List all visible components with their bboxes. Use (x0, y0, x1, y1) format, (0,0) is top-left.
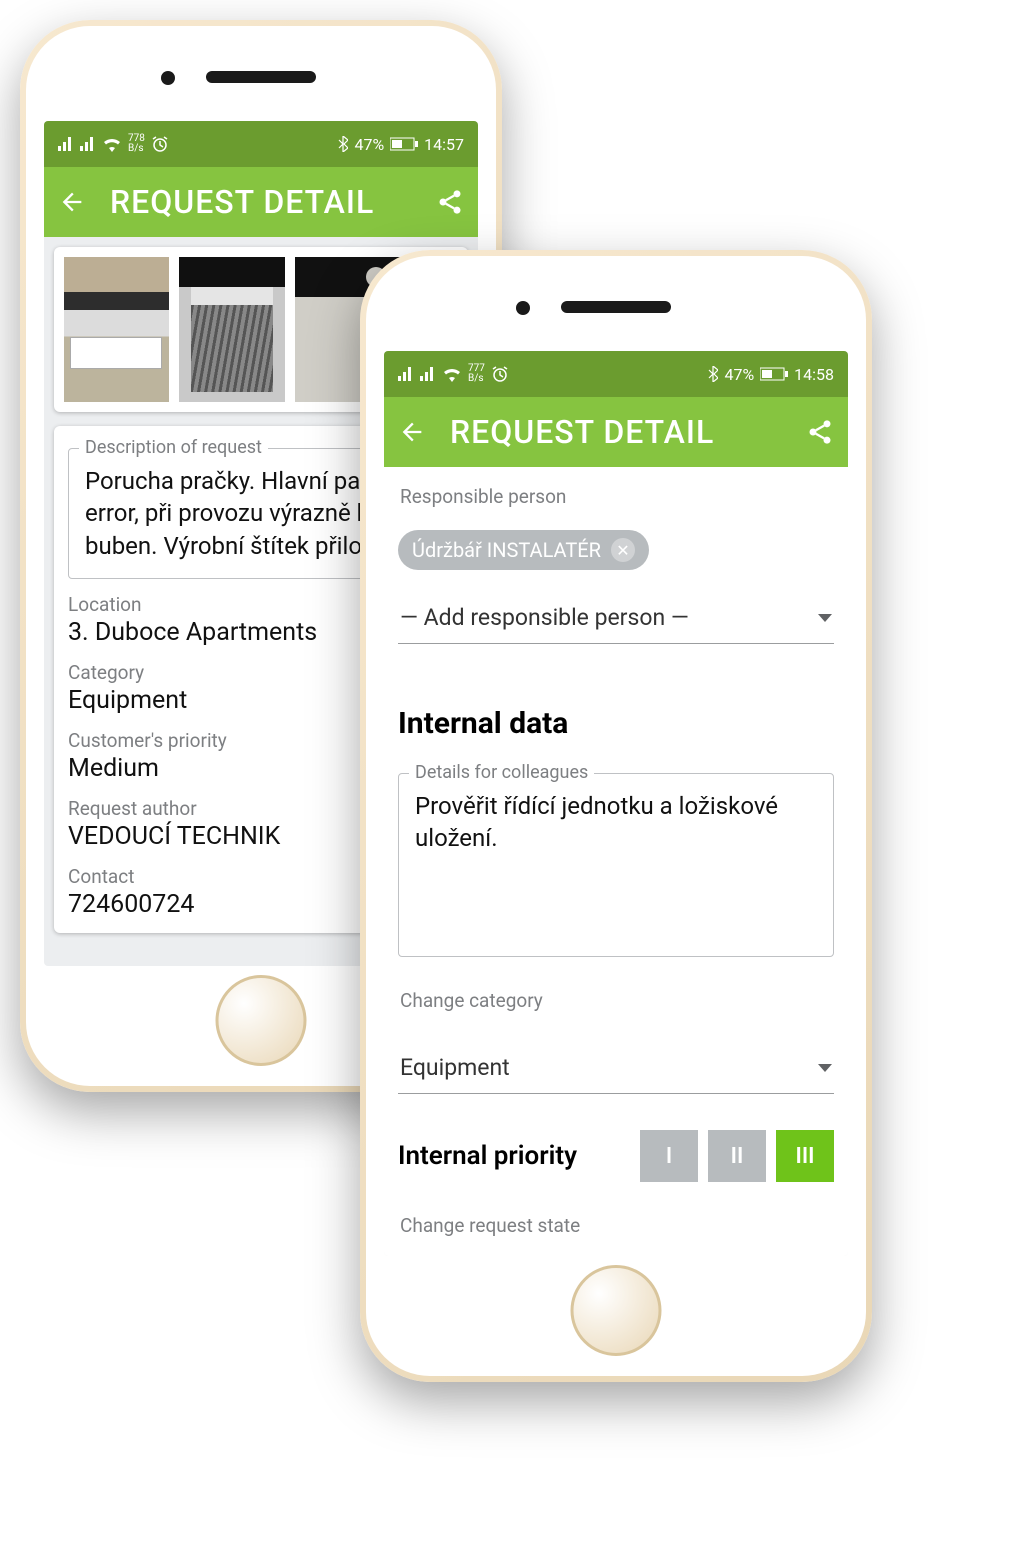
internal-priority-label: Internal priority (398, 1141, 577, 1171)
responsible-chip[interactable]: Údržbář INSTALATÉR ✕ (398, 530, 649, 570)
change-category-label: Change category (400, 989, 832, 1012)
wifi-icon (102, 136, 122, 152)
responsible-chip-text: Údržbář INSTALATÉR (412, 538, 601, 562)
internal-data-title: Internal data (398, 706, 834, 741)
priority-3-button[interactable]: III (776, 1130, 834, 1182)
status-bar: 777B/s 47% 14:58 (384, 351, 848, 397)
share-icon[interactable] (806, 418, 834, 446)
signal-icon (58, 137, 74, 151)
remove-chip-icon[interactable]: ✕ (611, 538, 635, 562)
content-area: Responsible person Údržbář INSTALATÉR ✕ … (384, 467, 848, 1256)
details-legend: Details for colleagues (409, 762, 594, 783)
add-responsible-label: — Add responsible person — (400, 604, 689, 631)
battery-percent: 47% (724, 365, 754, 384)
wifi-icon (442, 366, 462, 382)
title-bar: REQUEST DETAIL (44, 167, 478, 237)
home-button[interactable] (571, 1265, 662, 1356)
phone-right: 777B/s 47% 14:58 REQUEST DETAIL Responsi… (360, 250, 872, 1382)
photo-thumbnail[interactable] (64, 257, 169, 402)
speaker-icon (206, 71, 316, 83)
speaker-icon (561, 301, 671, 313)
clock-time: 14:57 (424, 135, 464, 154)
responsible-label: Responsible person (400, 485, 832, 508)
internal-priority-row: Internal priority I II III (398, 1130, 834, 1182)
chevron-down-icon (818, 1064, 832, 1072)
description-legend: Description of request (79, 437, 268, 458)
status-bar: 778B/s 47% 14:57 (44, 121, 478, 167)
back-icon[interactable] (58, 188, 86, 216)
change-category-value: Equipment (400, 1054, 510, 1081)
alarm-icon (491, 365, 509, 383)
phone2-screen: 777B/s 47% 14:58 REQUEST DETAIL Responsi… (384, 351, 848, 1256)
signal-icon (398, 367, 414, 381)
add-responsible-dropdown[interactable]: — Add responsible person — (398, 592, 834, 644)
change-category-dropdown[interactable]: Equipment (398, 1042, 834, 1094)
camera-icon (161, 71, 175, 85)
bluetooth-icon (708, 366, 718, 382)
alarm-icon (151, 135, 169, 153)
battery-percent: 47% (354, 135, 384, 154)
page-title: REQUEST DETAIL (450, 413, 714, 451)
back-icon[interactable] (398, 418, 426, 446)
home-button[interactable] (216, 975, 307, 1066)
bluetooth-icon (338, 136, 348, 152)
details-text: Prověřit řídící jednotku a ložiskové ulo… (415, 790, 817, 855)
signal-icon (420, 367, 436, 381)
details-fieldset[interactable]: Details for colleagues Prověřit řídící j… (398, 773, 834, 957)
battery-icon (390, 137, 418, 151)
page-title: REQUEST DETAIL (110, 183, 374, 221)
battery-icon (760, 367, 788, 381)
priority-2-button[interactable]: II (708, 1130, 766, 1182)
photo-thumbnail[interactable] (179, 257, 284, 402)
chevron-down-icon (818, 614, 832, 622)
clock-time: 14:58 (794, 365, 834, 384)
change-state-label: Change request state (400, 1214, 832, 1237)
share-icon[interactable] (436, 188, 464, 216)
signal-icon (80, 137, 96, 151)
title-bar: REQUEST DETAIL (384, 397, 848, 467)
camera-icon (516, 301, 530, 315)
priority-1-button[interactable]: I (640, 1130, 698, 1182)
